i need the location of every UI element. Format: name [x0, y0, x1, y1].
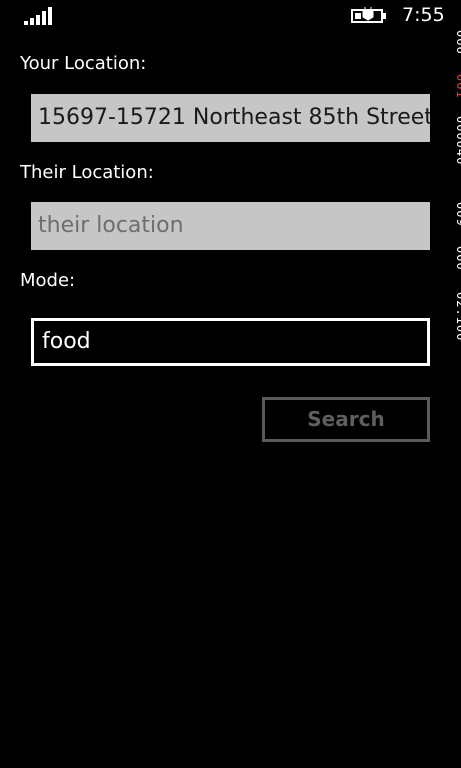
debug-counter: 000: [454, 246, 461, 271]
your-location-label: Your Location:: [20, 53, 147, 74]
their-location-input[interactable]: their location: [31, 202, 430, 250]
your-location-input[interactable]: 15697-15721 Northeast 85th Street, R: [31, 94, 430, 142]
debug-counter: 001: [454, 74, 461, 99]
clock: 7:55: [402, 4, 445, 26]
debug-counter: 000040: [454, 116, 461, 166]
mode-input[interactable]: food: [31, 318, 430, 366]
debug-counter: 02.100: [454, 292, 461, 342]
battery-charging-icon: [351, 7, 386, 23]
debug-counter: 009: [454, 202, 461, 227]
search-button[interactable]: Search: [262, 397, 430, 442]
debug-counter: 066: [454, 30, 461, 55]
status-bar: 7:55: [0, 0, 461, 32]
mode-label: Mode:: [20, 270, 76, 291]
signal-strength-icon: [24, 7, 52, 25]
frame-rate-counter: 066 001 000040 009 000 02.100: [444, 30, 461, 390]
their-location-label: Their Location:: [20, 162, 154, 183]
